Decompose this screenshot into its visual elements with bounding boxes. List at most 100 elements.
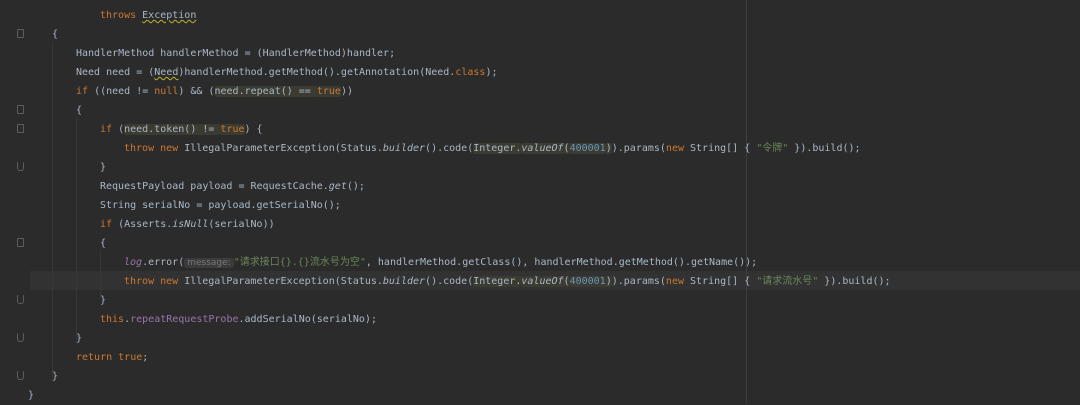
indent-guide (76, 118, 77, 343)
code-token: }).build(); (818, 276, 891, 287)
code-token: } (100, 162, 107, 173)
code-token: Integer. (473, 143, 522, 154)
code-token: return (76, 352, 113, 363)
code-line[interactable]: this.repeatRequestProbe.addSerialNo(seri… (100, 310, 377, 329)
code-token: new (665, 276, 684, 287)
code-token: if (76, 86, 89, 97)
code-token: ( (563, 276, 570, 287)
code-token: RequestPayload payload = RequestCache. (100, 181, 329, 192)
code-token: if (100, 219, 113, 230)
code-token: }).build(); (788, 143, 861, 154)
code-token: ().code( (425, 143, 474, 154)
code-token: true (118, 352, 143, 363)
code-token: )) (340, 86, 353, 97)
code-token: if (100, 124, 113, 135)
code-line[interactable]: HandlerMethod handlerMethod = (HandlerMe… (76, 44, 395, 63)
code-line[interactable]: String serialNo = payload.getSerialNo(); (100, 196, 341, 215)
code-token: builder (382, 276, 426, 287)
code-token: null (154, 86, 179, 97)
code-token: ((need != (88, 86, 155, 97)
code-token: ); (485, 67, 498, 78)
indent-guide (52, 42, 53, 382)
editor-gutter (0, 0, 30, 403)
code-token: get (328, 181, 347, 192)
code-line[interactable]: } (76, 329, 82, 348)
code-token: throw new (124, 143, 179, 154)
fold-end-icon[interactable] (17, 333, 24, 342)
code-token: throw new (124, 276, 179, 287)
fold-icon[interactable] (17, 105, 24, 114)
code-token: Integer. (473, 276, 522, 287)
code-token: repeatRequestProbe (130, 314, 239, 325)
code-token: "请求流水号" (756, 276, 819, 287)
code-token: IllegalParameterException(Status. (178, 143, 383, 154)
fold-end-icon[interactable] (17, 371, 24, 380)
parameter-hint: message: (184, 258, 234, 268)
code-line[interactable]: } (28, 386, 34, 405)
code-token: 400001 (569, 143, 606, 154)
code-line[interactable]: throw new IllegalParameterException(Stat… (124, 272, 891, 291)
code-token: { (76, 105, 83, 116)
code-token: valueOf (521, 143, 564, 154)
fold-end-icon[interactable] (17, 162, 24, 171)
code-token: true (316, 86, 341, 97)
code-token: Need (154, 67, 179, 78)
code-token: String serialNo = payload.getSerialNo(); (100, 200, 341, 211)
code-line[interactable]: if (need.token() != true) { (100, 120, 263, 139)
code-line[interactable]: { (76, 101, 82, 120)
code-token: } (100, 295, 107, 306)
code-token: IllegalParameterException(Status. (178, 276, 383, 287)
code-token: log (124, 257, 143, 268)
code-token: ( (563, 143, 570, 154)
code-line[interactable]: } (52, 367, 58, 386)
code-token: ().code( (425, 276, 474, 287)
code-token: error( (148, 257, 185, 268)
code-line[interactable]: { (100, 234, 106, 253)
code-token: (serialNo)) (208, 219, 275, 230)
code-token: ; (142, 352, 149, 363)
code-line[interactable]: if ((need != null) && (need.repeat() == … (76, 82, 353, 101)
code-token: .addSerialNo(serialNo); (238, 314, 377, 325)
code-token: String[] { (683, 276, 757, 287)
code-token: , handlerMethod.getClass(), handlerMetho… (365, 257, 758, 268)
code-token: } (52, 371, 59, 382)
fold-end-icon[interactable] (17, 295, 24, 304)
code-line[interactable]: Need need = (Need)handlerMethod.getMetho… (76, 63, 497, 82)
code-line[interactable]: log.error(message: "请求接口{}.{}流水号为空", hand… (124, 253, 757, 272)
code-token: true (220, 124, 245, 135)
code-token: "请求接口{}.{}流水号为空" (233, 257, 366, 268)
code-line[interactable]: throws Exception (100, 6, 196, 25)
code-token: Exception (142, 10, 197, 21)
code-token: ) && ( (178, 86, 215, 97)
code-line[interactable]: { (52, 25, 58, 44)
code-line[interactable]: } (100, 158, 106, 177)
code-token: } (28, 390, 35, 401)
code-token: String[] { (683, 143, 757, 154)
code-line[interactable]: } (100, 291, 106, 310)
code-token: 400001 (569, 276, 606, 287)
code-token: class (455, 67, 486, 78)
code-token: new (665, 143, 684, 154)
code-line[interactable]: RequestPayload payload = RequestCache.ge… (100, 177, 365, 196)
fold-icon[interactable] (17, 29, 24, 38)
code-line[interactable]: throw new IllegalParameterException(Stat… (124, 139, 861, 158)
code-token: { (52, 29, 59, 40)
code-token: ( (112, 124, 125, 135)
code-token: this (100, 314, 125, 325)
code-token: ).params( (611, 276, 666, 287)
code-token: HandlerMethod handlerMethod = (HandlerMe… (76, 48, 396, 59)
fold-icon[interactable] (17, 124, 24, 133)
code-token: "令牌" (756, 143, 789, 154)
code-token: )handlerMethod.getMethod().getAnnotation… (178, 67, 456, 78)
code-line[interactable]: if (Asserts.isNull(serialNo)) (100, 215, 275, 234)
code-token: need.repeat() == (214, 86, 317, 97)
code-line[interactable]: return true; (76, 348, 148, 367)
code-token: throws (100, 10, 137, 21)
code-token: ) { (244, 124, 263, 135)
code-token: builder (382, 143, 426, 154)
code-token: } (76, 333, 83, 344)
right-margin-guide (746, 0, 747, 403)
fold-icon[interactable] (17, 238, 24, 247)
code-token: need.token() != (124, 124, 221, 135)
code-token: isNull (172, 219, 209, 230)
